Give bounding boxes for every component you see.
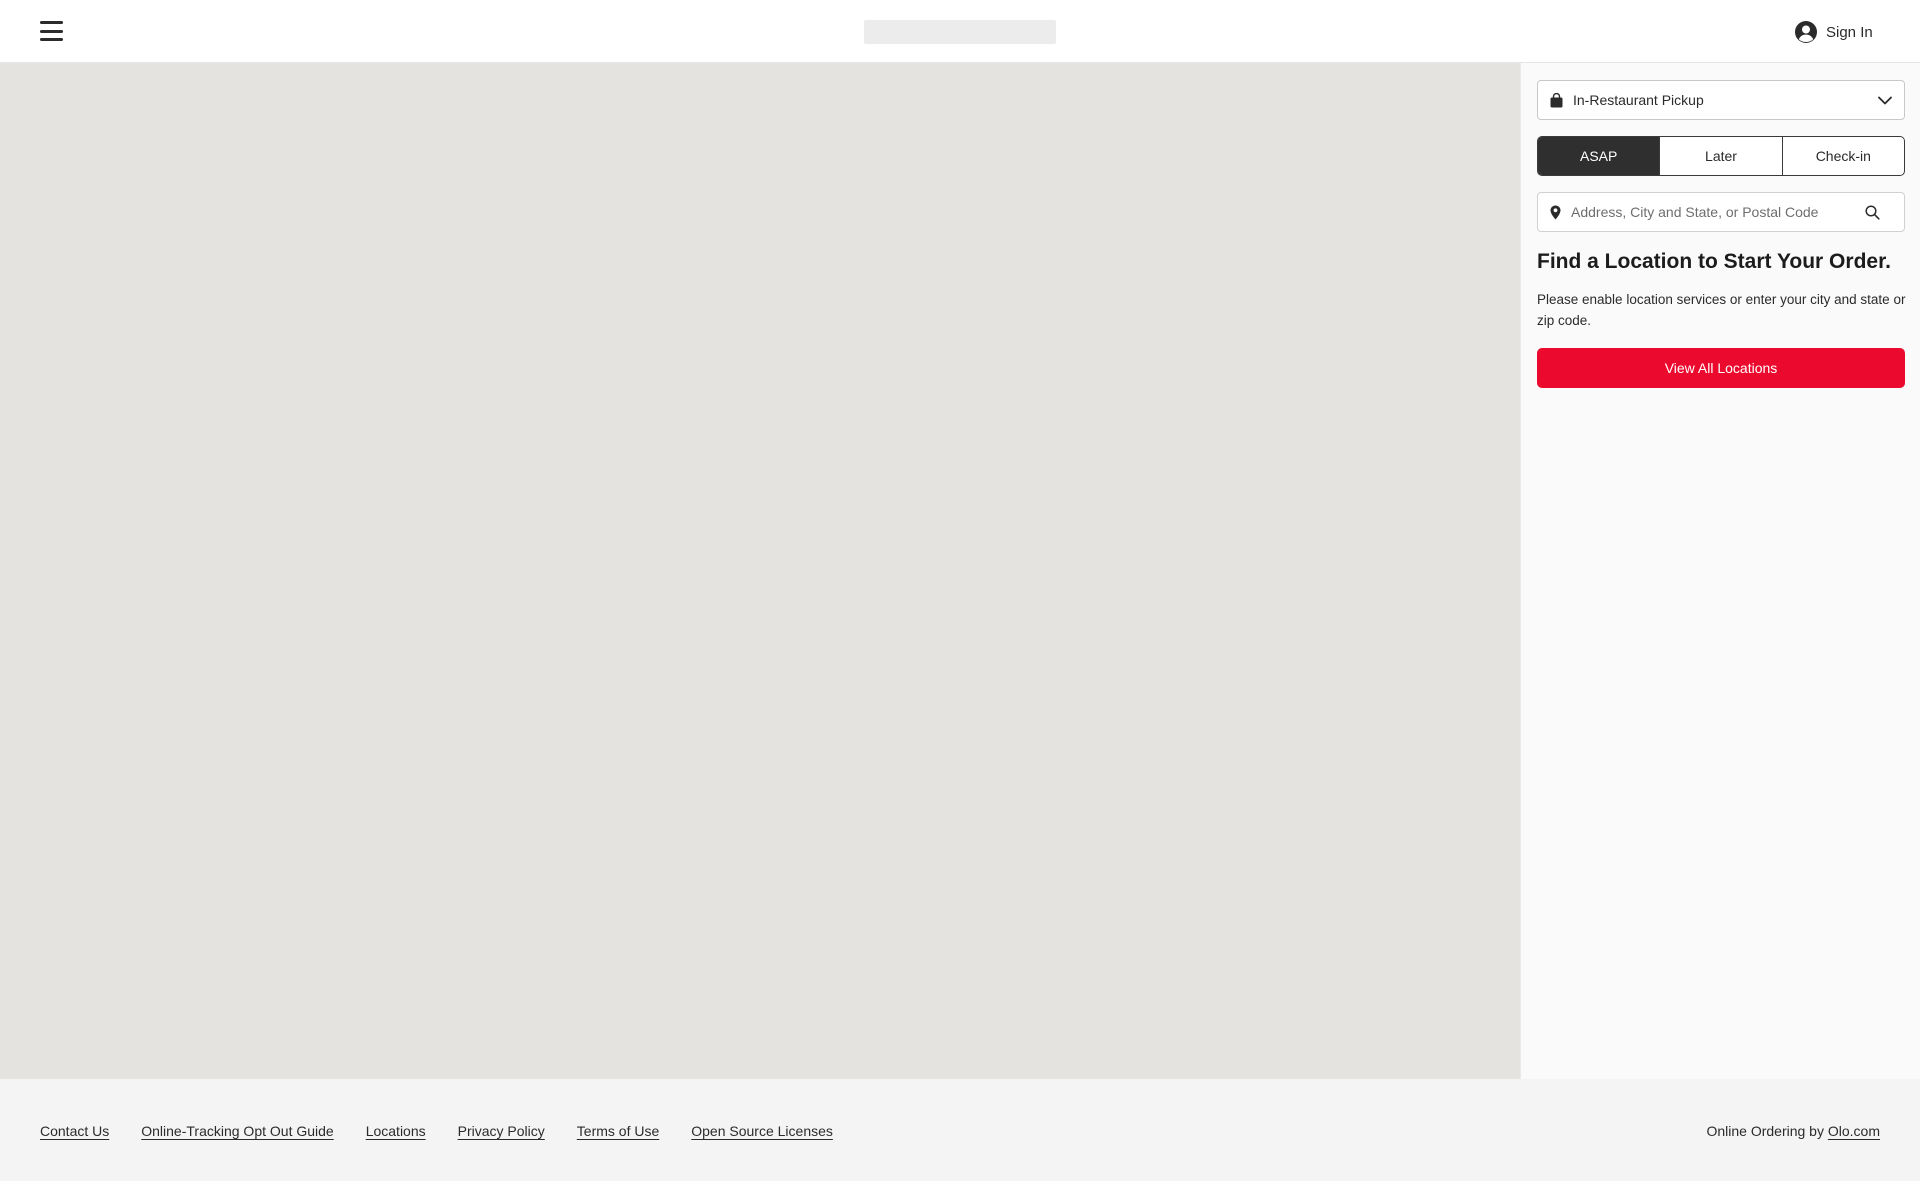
hamburger-menu-icon[interactable] — [40, 21, 63, 41]
time-option-later[interactable]: Later — [1659, 137, 1781, 175]
order-mode-value: In-Restaurant Pickup — [1573, 92, 1704, 108]
chevron-down-icon — [1878, 96, 1892, 104]
footer-link-contact-us[interactable]: Contact Us — [40, 1123, 109, 1139]
time-segmented-control: ASAP Later Check-in — [1537, 136, 1905, 176]
panel-description: Please enable location services or enter… — [1537, 292, 1906, 328]
location-search-box — [1537, 192, 1905, 232]
sign-in-button[interactable]: Sign In — [1794, 20, 1873, 44]
location-search-input[interactable] — [1569, 203, 1865, 221]
panel-heading: Find a Location to Start Your Order. — [1537, 250, 1891, 273]
footer-link-privacy-policy[interactable]: Privacy Policy — [458, 1123, 545, 1139]
brand-logo[interactable] — [864, 20, 1056, 44]
footer-link-terms-of-use[interactable]: Terms of Use — [577, 1123, 659, 1139]
view-all-locations-button[interactable]: View All Locations — [1537, 348, 1905, 388]
shopping-bag-icon — [1550, 92, 1563, 107]
time-option-check-in[interactable]: Check-in — [1781, 137, 1904, 175]
top-header: Sign In — [0, 0, 1920, 63]
location-panel: In-Restaurant Pickup ASAP Later Check-in… — [1520, 63, 1920, 1079]
footer-credit: Online Ordering by Olo.com — [1706, 1123, 1880, 1139]
map-area[interactable] — [0, 63, 1520, 1079]
map-pin-icon — [1550, 205, 1561, 219]
footer-link-opt-out-guide[interactable]: Online-Tracking Opt Out Guide — [141, 1123, 333, 1139]
footer-link-open-source-licenses[interactable]: Open Source Licenses — [691, 1123, 833, 1139]
user-circle-icon — [1795, 21, 1817, 43]
credit-prefix: Online Ordering by — [1706, 1123, 1828, 1139]
sign-in-label: Sign In — [1826, 23, 1873, 41]
search-icon[interactable] — [1865, 204, 1880, 220]
footer-link-locations[interactable]: Locations — [366, 1123, 426, 1139]
page-footer: Contact Us Online-Tracking Opt Out Guide… — [0, 1079, 1920, 1181]
olo-link[interactable]: Olo.com — [1828, 1123, 1880, 1139]
footer-links: Contact Us Online-Tracking Opt Out Guide… — [40, 1123, 833, 1139]
time-option-asap[interactable]: ASAP — [1538, 137, 1660, 175]
order-mode-select[interactable]: In-Restaurant Pickup — [1537, 80, 1905, 120]
